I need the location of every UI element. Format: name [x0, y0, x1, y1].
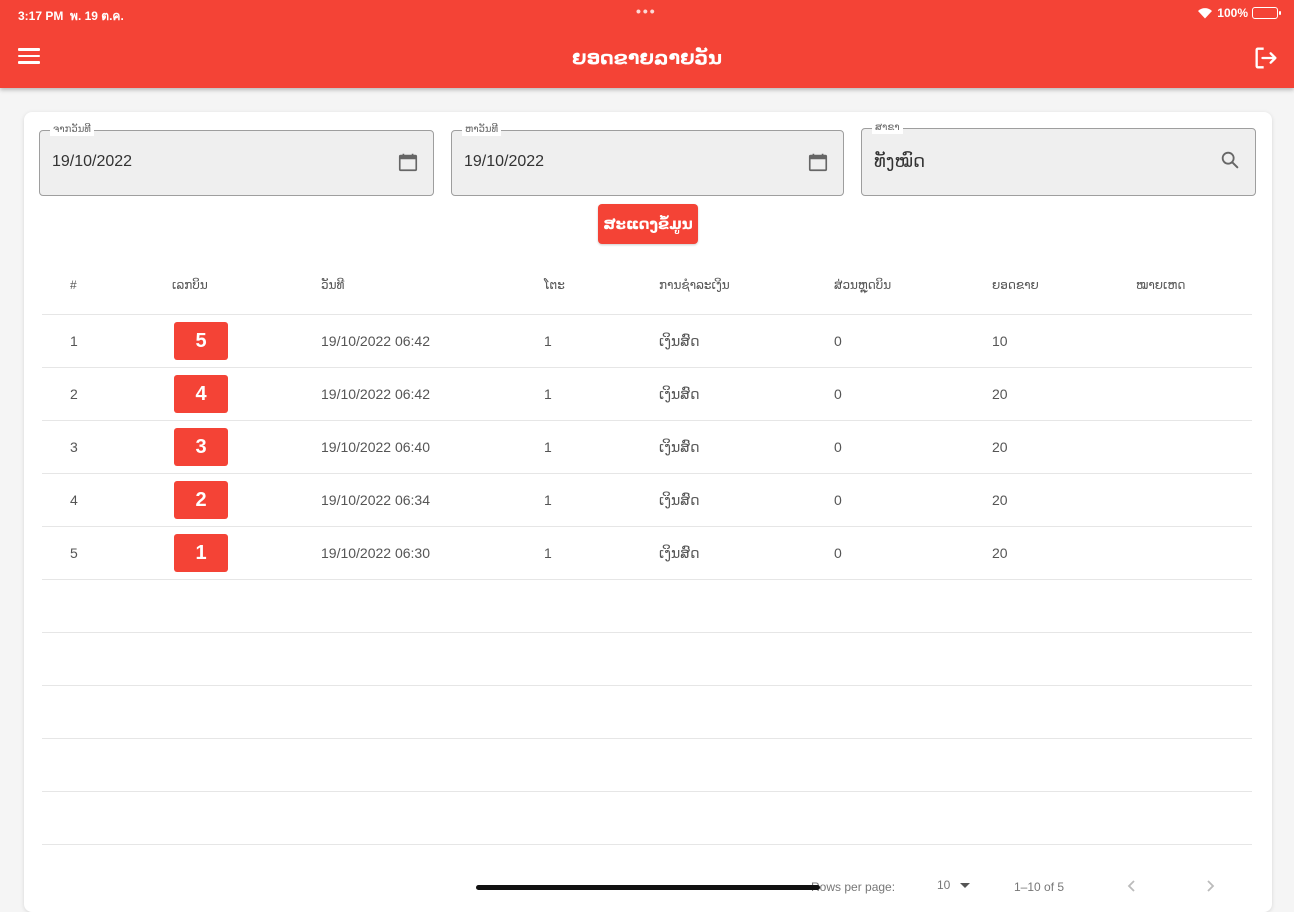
table-row[interactable]: 2 4 19/10/2022 06:42 1 ເງິນສົດ 0 20 — [42, 368, 1252, 421]
row-discount: 0 — [834, 492, 842, 508]
bill-number-badge[interactable]: 1 — [174, 534, 228, 572]
status-clock: 3:17 PM — [18, 9, 64, 23]
from-date-value[interactable]: 19/10/2022 — [52, 153, 132, 171]
row-number: 2 — [70, 386, 78, 402]
rows-per-page-value: 10 — [937, 878, 951, 892]
row-payment: ເງິນສົດ — [659, 385, 700, 402]
branch-value[interactable]: ທັງໝົດ — [874, 151, 925, 172]
chevron-right-icon[interactable] — [1198, 874, 1222, 898]
empty-row — [42, 792, 1252, 845]
pagination-range: 1–10 of 5 — [1014, 880, 1065, 894]
table-row[interactable]: 5 1 19/10/2022 06:30 1 ເງິນສົດ 0 20 — [42, 527, 1252, 580]
bill-number-badge[interactable]: 5 — [174, 322, 228, 360]
home-indicator[interactable] — [476, 885, 820, 890]
row-date: 19/10/2022 06:40 — [321, 439, 430, 455]
calendar-icon[interactable] — [807, 151, 829, 173]
table-header: # ເລກບິນ ວັນທີ ໂຕະ ການຊໍາລະເງິນ ສ່ວນຫຼຸດ… — [42, 256, 1252, 315]
wifi-icon — [1198, 8, 1213, 19]
row-payment: ເງິນສົດ — [659, 438, 700, 455]
multitask-dots-icon[interactable]: ••• — [636, 3, 657, 19]
from-date-label: ຈາກວັນທີ — [50, 124, 94, 136]
sales-table: # ເລກບິນ ວັນທີ ໂຕະ ການຊໍາລະເງິນ ສ່ວນຫຼຸດ… — [42, 256, 1252, 912]
app-bar: 3:17 PM พ. 19 ต.ค. ••• 100% ຍອດຂາຍລາຍວັນ — [0, 0, 1294, 88]
row-total: 20 — [992, 492, 1008, 508]
empty-row — [42, 686, 1252, 739]
battery-percent: 100% — [1217, 6, 1248, 20]
show-data-button[interactable]: ສະແດງຂໍ້ມູນ — [598, 204, 698, 244]
row-table: 1 — [544, 545, 552, 561]
to-date-label: ຫາວັນທີ — [462, 124, 502, 136]
row-number: 1 — [70, 333, 78, 349]
status-time: 3:17 PM พ. 19 ต.ค. — [18, 7, 124, 26]
status-date: พ. 19 ต.ค. — [70, 9, 124, 23]
to-date-field[interactable]: ຫາວັນທີ 19/10/2022 — [451, 124, 844, 196]
row-date: 19/10/2022 06:30 — [321, 545, 430, 561]
rows-per-page-select[interactable]: 10 — [937, 878, 971, 892]
battery-icon — [1252, 7, 1281, 19]
from-date-field[interactable]: ຈາກວັນທີ 19/10/2022 — [39, 124, 434, 196]
column-header[interactable]: ໝາຍເຫດ — [1136, 256, 1185, 314]
empty-row — [42, 739, 1252, 792]
report-card: ຈາກວັນທີ 19/10/2022 ຫາວັນທີ 19/10/2022 ສ… — [24, 112, 1272, 912]
column-header[interactable]: ວັນທີ — [321, 256, 344, 314]
row-table: 1 — [544, 333, 552, 349]
row-discount: 0 — [834, 439, 842, 455]
row-table: 1 — [544, 492, 552, 508]
to-date-value[interactable]: 19/10/2022 — [464, 153, 544, 171]
rows-per-page-label: Rows per page: — [811, 880, 896, 894]
page-title: ຍອດຂາຍລາຍວັນ — [572, 48, 722, 69]
branch-label: ສາຂາ — [872, 122, 903, 134]
row-total: 20 — [992, 439, 1008, 455]
row-table: 1 — [544, 439, 552, 455]
search-icon[interactable] — [1219, 149, 1241, 171]
calendar-icon[interactable] — [397, 151, 419, 173]
row-date: 19/10/2022 06:42 — [321, 333, 430, 349]
table-row[interactable]: 4 2 19/10/2022 06:34 1 ເງິນສົດ 0 20 — [42, 474, 1252, 527]
status-bar: 3:17 PM พ. 19 ต.ค. ••• 100% — [0, 0, 1294, 28]
table-row[interactable]: 3 3 19/10/2022 06:40 1 ເງິນສົດ 0 20 — [42, 421, 1252, 474]
row-number: 3 — [70, 439, 78, 455]
column-header[interactable]: ການຊໍາລະເງິນ — [659, 256, 730, 314]
row-discount: 0 — [834, 333, 842, 349]
bill-number-badge[interactable]: 3 — [174, 428, 228, 466]
chevron-left-icon[interactable] — [1120, 874, 1144, 898]
row-total: 10 — [992, 333, 1008, 349]
row-date: 19/10/2022 06:42 — [321, 386, 430, 402]
row-total: 20 — [992, 386, 1008, 402]
branch-field[interactable]: ສາຂາ ທັງໝົດ — [861, 122, 1256, 196]
logout-icon[interactable] — [1252, 44, 1280, 72]
bill-number-badge[interactable]: 2 — [174, 481, 228, 519]
column-header[interactable]: ເລກບິນ — [172, 256, 208, 314]
empty-row — [42, 633, 1252, 686]
empty-row — [42, 580, 1252, 633]
status-indicators: 100% — [1197, 6, 1281, 20]
row-date: 19/10/2022 06:34 — [321, 492, 430, 508]
row-payment: ເງິນສົດ — [659, 544, 700, 561]
row-payment: ເງິນສົດ — [659, 332, 700, 349]
bill-number-badge[interactable]: 4 — [174, 375, 228, 413]
column-header[interactable]: ສ່ວນຫຼຸດບິນ — [834, 256, 891, 314]
row-number: 5 — [70, 545, 78, 561]
table-row[interactable]: 1 5 19/10/2022 06:42 1 ເງິນສົດ 0 10 — [42, 315, 1252, 368]
row-table: 1 — [544, 386, 552, 402]
column-header[interactable]: ຍອດຂາຍ — [992, 256, 1039, 314]
row-number: 4 — [70, 492, 78, 508]
column-header[interactable]: # — [70, 256, 77, 314]
column-header[interactable]: ໂຕະ — [544, 256, 565, 314]
row-total: 20 — [992, 545, 1008, 561]
row-discount: 0 — [834, 545, 842, 561]
row-payment: ເງິນສົດ — [659, 491, 700, 508]
caret-down-icon — [960, 882, 971, 888]
row-discount: 0 — [834, 386, 842, 402]
